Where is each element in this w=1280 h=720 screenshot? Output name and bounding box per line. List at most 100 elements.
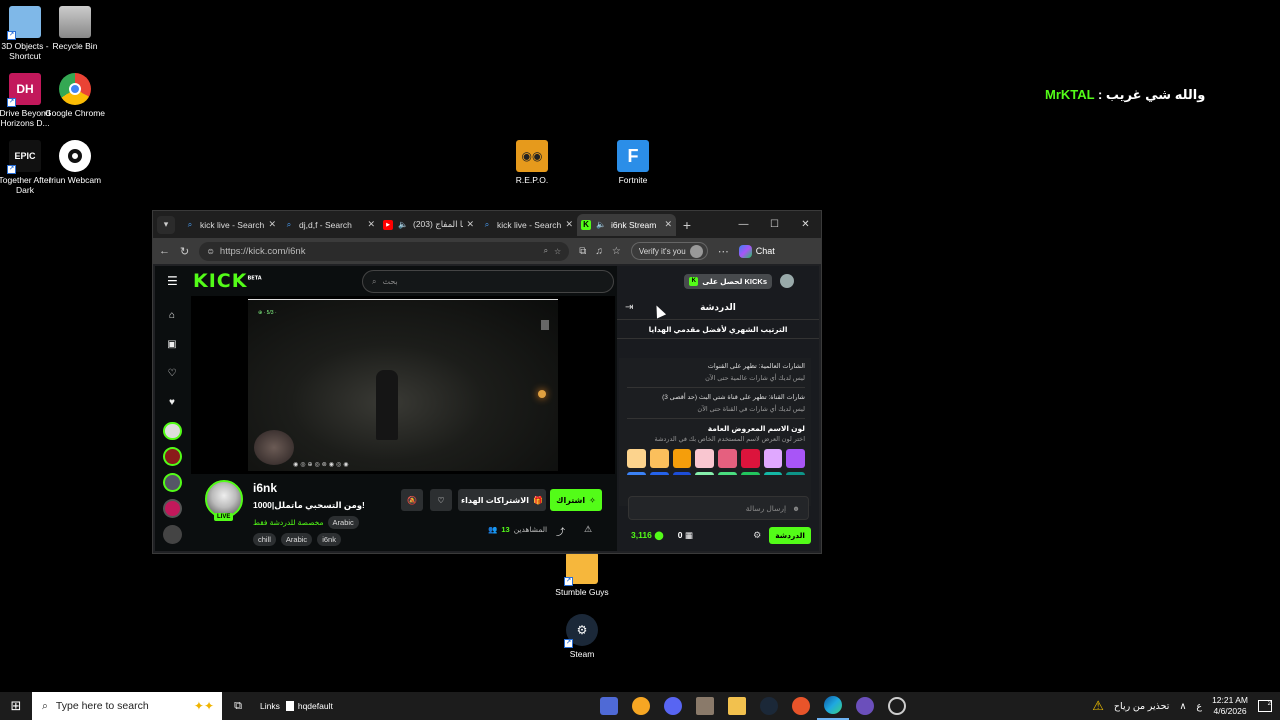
kicks-balance[interactable]: 0 ▦ bbox=[678, 530, 693, 541]
report-icon[interactable]: ⚠ bbox=[584, 524, 592, 535]
audio-icon[interactable]: 🔈 bbox=[398, 220, 408, 230]
tab-youtube[interactable]: ▶ 🔈 (203) انا المفاج ✕ bbox=[379, 214, 478, 236]
maximize-icon[interactable]: ☐ bbox=[759, 219, 790, 230]
emoji-icon[interactable]: ☻ bbox=[792, 504, 800, 513]
weather-text[interactable]: تحذير من رياح bbox=[1114, 701, 1170, 712]
following-heart-icon[interactable]: ♡ bbox=[162, 364, 182, 384]
extensions-icon[interactable]: ⧉ bbox=[579, 246, 586, 257]
name-color-swatch[interactable] bbox=[740, 449, 760, 468]
subscribe-button[interactable]: اشتراك ✧ bbox=[550, 489, 602, 511]
hqdefault-toolbar[interactable]: hqdefault bbox=[285, 701, 333, 711]
share-icon[interactable]: ⤴ bbox=[556, 525, 565, 538]
input-language[interactable]: ع bbox=[1196, 701, 1202, 712]
media-control-icon[interactable]: ♫ bbox=[595, 246, 603, 257]
gift-leaderboard[interactable]: الترتيب الشهري لأفضل مقدمي الهدايا bbox=[617, 320, 819, 339]
hamburger-menu-icon[interactable]: ☰ bbox=[167, 274, 183, 288]
taskbar-app-4[interactable] bbox=[689, 692, 721, 720]
windows-start-icon[interactable]: ⊞ bbox=[0, 698, 32, 714]
back-icon[interactable]: ← bbox=[159, 245, 170, 257]
taskbar-app-7[interactable] bbox=[785, 692, 817, 720]
close-icon[interactable]: ✕ bbox=[790, 219, 821, 230]
tab-i6nk-stream[interactable]: K 🔈 i6nk Stream ✕ bbox=[577, 213, 676, 236]
url-field[interactable]: ⊜ https://kick.com/i6nk ⌕ ☆ bbox=[199, 241, 570, 261]
name-color-swatch[interactable] bbox=[672, 472, 692, 475]
streamer-name[interactable]: i6nk bbox=[253, 481, 277, 495]
taskbar-app-10[interactable] bbox=[881, 692, 913, 720]
unfollow-heart-button[interactable]: ♡ bbox=[430, 489, 452, 511]
task-view-icon[interactable]: ⧉ bbox=[222, 692, 254, 720]
minimize-icon[interactable]: — bbox=[728, 219, 759, 230]
followed-channel-avatar[interactable] bbox=[162, 525, 182, 545]
tab-actions-dropdown[interactable]: ▾ bbox=[157, 215, 175, 234]
name-color-swatch[interactable] bbox=[627, 472, 646, 475]
tab-kick-live-search-2[interactable]: ⌕ kick live - Search ✕ bbox=[478, 214, 577, 236]
taskbar-app-2[interactable] bbox=[625, 692, 657, 720]
tag-chip[interactable]: Arabic bbox=[280, 533, 313, 546]
tag-chip[interactable]: chill bbox=[253, 533, 276, 546]
video-player[interactable]: ⊕ · 5/3 · ◉◎⊕◎⊚◉◎◉ bbox=[191, 296, 615, 474]
taskbar-app-discord[interactable] bbox=[657, 692, 689, 720]
name-color-swatch[interactable] bbox=[718, 472, 737, 475]
desktop-icon-repo[interactable]: ◉◉ R.E.P.O. bbox=[502, 140, 562, 185]
name-color-swatch[interactable] bbox=[763, 449, 783, 468]
followed-channel-avatar[interactable] bbox=[162, 421, 182, 441]
name-color-swatch[interactable] bbox=[649, 449, 669, 468]
get-kicks-button[interactable]: K لحصل على KICKs bbox=[684, 273, 772, 289]
followed-channel-avatar[interactable] bbox=[162, 473, 182, 493]
links-toolbar[interactable]: Links bbox=[260, 701, 280, 711]
video-controls[interactable]: ◉◎⊕◎⊚◉◎◉ bbox=[293, 461, 350, 468]
site-info-icon[interactable]: ⊜ bbox=[207, 247, 214, 256]
followed-channel-avatar[interactable] bbox=[162, 447, 182, 467]
browse-icon[interactable]: ▣ bbox=[162, 335, 182, 355]
mute-notifications-button[interactable]: 🔕 bbox=[401, 489, 423, 511]
desktop-icon-recycle-bin[interactable]: Recycle Bin bbox=[45, 6, 105, 51]
taskbar-search-input[interactable]: ⌕ Type here to search ✦✦ bbox=[32, 692, 222, 720]
language-chip[interactable]: Arabic bbox=[327, 516, 359, 529]
zoom-icon[interactable]: ⌕ bbox=[544, 246, 548, 256]
desktop-icon-steam[interactable]: ⚙ ↗ Steam bbox=[552, 614, 612, 659]
weather-warning-icon[interactable]: ⚠ bbox=[1092, 698, 1104, 714]
name-color-swatch[interactable] bbox=[718, 449, 737, 468]
name-color-swatch[interactable] bbox=[695, 472, 714, 475]
kick-search-input[interactable]: ⌕ بحث bbox=[362, 270, 614, 293]
notifications-icon[interactable]: 2 bbox=[1258, 700, 1272, 712]
name-color-swatch[interactable] bbox=[786, 449, 805, 468]
tag-chip[interactable]: i6nk bbox=[317, 533, 341, 546]
name-color-swatch[interactable] bbox=[740, 472, 760, 475]
desktop-icon-fortnite[interactable]: F Fortnite bbox=[603, 140, 663, 185]
kick-logo[interactable]: KICKBETA bbox=[193, 270, 262, 292]
taskbar-steam[interactable] bbox=[753, 692, 785, 720]
copilot-chat-button[interactable]: Chat bbox=[738, 244, 775, 258]
taskbar-app-obs[interactable] bbox=[593, 692, 625, 720]
desktop-icon-google-chrome[interactable]: Google Chrome bbox=[45, 73, 105, 118]
tab-djdf-search[interactable]: ⌕ dj,d,f - Search ✕ bbox=[280, 214, 379, 236]
name-color-swatch[interactable] bbox=[672, 449, 692, 468]
close-tab-icon[interactable]: ✕ bbox=[565, 219, 573, 230]
close-tab-icon[interactable]: ✕ bbox=[367, 219, 375, 230]
close-tab-icon[interactable]: ✕ bbox=[268, 219, 276, 230]
favorites-icon[interactable]: ☆ bbox=[612, 246, 621, 257]
gift-subs-button[interactable]: الاشتراكات الهداء 🎁 bbox=[458, 489, 546, 511]
taskbar-edge[interactable] bbox=[816, 692, 849, 720]
close-tab-icon[interactable]: ✕ bbox=[664, 219, 672, 230]
refresh-icon[interactable]: ↻ bbox=[180, 245, 189, 258]
taskbar-app-9[interactable] bbox=[849, 692, 881, 720]
desktop-icon-iriun-webcam[interactable]: Iriun Webcam bbox=[45, 140, 105, 185]
name-color-swatch[interactable] bbox=[763, 472, 783, 475]
more-options-icon[interactable]: ⋯ bbox=[718, 245, 729, 258]
followed-channel-avatar[interactable] bbox=[162, 499, 182, 519]
taskbar-file-explorer[interactable] bbox=[721, 692, 753, 720]
desktop-icon-stumble-guys[interactable]: ↗ Stumble Guys bbox=[552, 552, 612, 597]
home-icon[interactable]: ⌂ bbox=[162, 306, 182, 326]
close-tab-icon[interactable]: ✕ bbox=[466, 219, 474, 230]
favorite-star-icon[interactable]: ☆ bbox=[554, 247, 561, 256]
chat-message-input[interactable]: إرسال رسالة ☻ bbox=[628, 496, 809, 520]
name-color-swatch[interactable] bbox=[627, 449, 646, 468]
user-avatar[interactable] bbox=[780, 274, 794, 288]
chat-settings-gear-icon[interactable]: ⚙ bbox=[753, 530, 761, 541]
channel-points[interactable]: 3,116 ⬤ bbox=[631, 530, 664, 541]
verify-profile-button[interactable]: Verify it's you bbox=[630, 242, 708, 260]
name-color-swatch[interactable] bbox=[786, 472, 805, 475]
new-tab-button[interactable]: + bbox=[676, 217, 698, 233]
audio-icon[interactable]: 🔈 bbox=[596, 220, 606, 230]
